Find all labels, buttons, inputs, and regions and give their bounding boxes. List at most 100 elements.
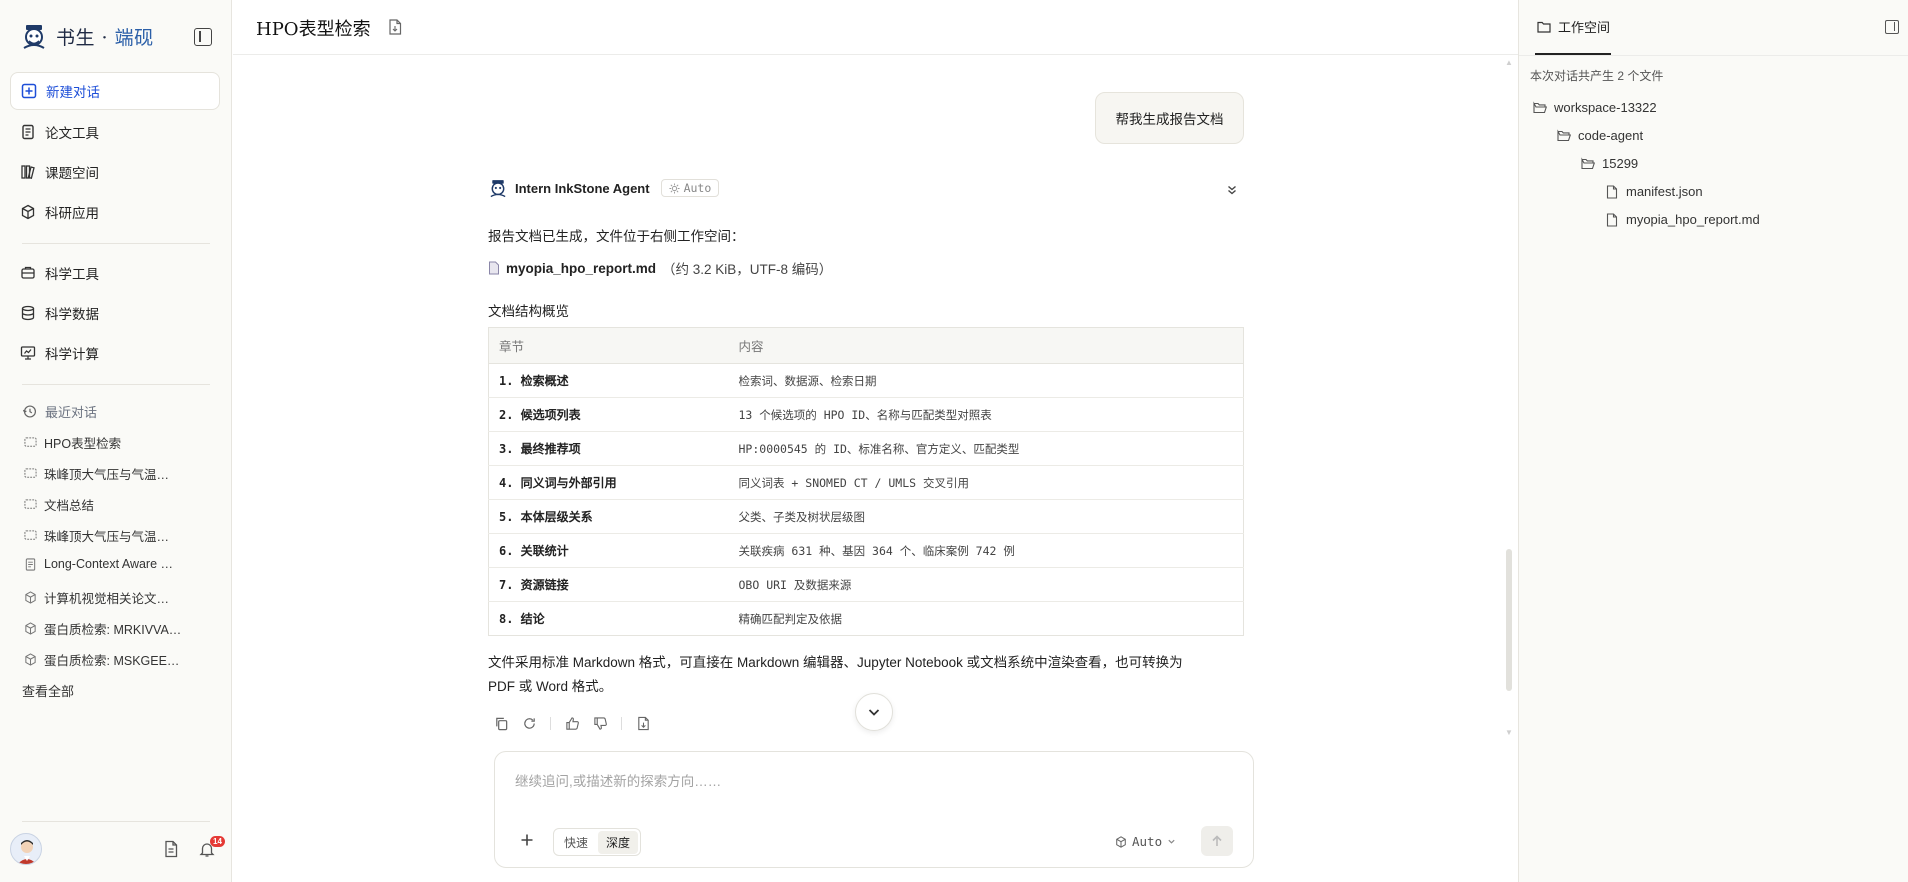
sidebar-item-science-compute[interactable]: 科学计算 bbox=[10, 334, 220, 372]
thumbs-down-icon bbox=[593, 716, 607, 730]
document-icon bbox=[25, 557, 36, 571]
workspace-header-divider bbox=[1519, 55, 1908, 56]
file-icon[interactable] bbox=[162, 840, 180, 858]
recent-chat-item[interactable]: 计算机视觉相关论文… bbox=[24, 588, 184, 607]
file-meta: （约 3.2 KiB，UTF-8 编码） bbox=[662, 262, 833, 277]
new-chat-button[interactable]: 新建对话 bbox=[10, 72, 220, 110]
table-cell-section: 1. 检索概述 bbox=[488, 363, 729, 398]
recent-chats-title: 最近对话 bbox=[45, 405, 98, 420]
workspace-summary: 本次对话共产生 2 个文件 bbox=[1530, 69, 1664, 83]
mode-select-label: Auto bbox=[1132, 834, 1163, 849]
recent-chat-item[interactable]: 珠峰顶大气压与气温… bbox=[24, 526, 184, 545]
tab-workspace[interactable]: 工作空间 bbox=[1537, 17, 1610, 36]
chevron-down-icon bbox=[868, 709, 880, 716]
send-button[interactable] bbox=[1201, 826, 1233, 856]
export-doc-icon bbox=[637, 716, 649, 730]
recent-chat-item[interactable]: Long-Context Aware … bbox=[24, 557, 184, 571]
closing-line: 文件采用标准 Markdown 格式，可直接在 Markdown 编辑器、Jup… bbox=[488, 655, 1183, 670]
sidebar-item-research-apps[interactable]: 科研应用 bbox=[10, 193, 220, 231]
add-attachment-icon[interactable] bbox=[519, 832, 535, 848]
new-chat-label: 新建对话 bbox=[46, 85, 100, 100]
sidebar-collapse-icon[interactable] bbox=[194, 28, 212, 46]
tree-file-manifest[interactable]: manifest.json bbox=[1605, 184, 1703, 199]
recent-chat-label: 蛋白质检索: MRKIVVA… bbox=[44, 623, 182, 637]
folder-open-icon bbox=[1533, 100, 1547, 113]
avatar[interactable] bbox=[10, 833, 42, 865]
folder-icon bbox=[1537, 21, 1551, 33]
document-icon bbox=[20, 124, 36, 140]
sidebar: 书生 · 端砚 新建对话 论文工具 课题空间 科研应用 科学工具 科学数据 科学… bbox=[0, 0, 232, 882]
tree-node-label: code-agent bbox=[1578, 128, 1644, 143]
notification-badge: 14 bbox=[210, 836, 225, 847]
scroll-down-arrow-icon[interactable]: ▼ bbox=[1504, 728, 1514, 737]
database-icon bbox=[20, 305, 36, 321]
recent-chat-label: 计算机视觉相关论文… bbox=[44, 592, 170, 606]
thumbs-down-button[interactable] bbox=[591, 714, 609, 732]
export-button[interactable] bbox=[634, 714, 652, 732]
tree-node-label: workspace-13322 bbox=[1554, 100, 1657, 115]
tree-folder-15299[interactable]: 15299 bbox=[1581, 156, 1638, 171]
recent-chat-item[interactable]: 蛋白质检索: MRKIVVA… bbox=[24, 619, 184, 638]
page-title: HPO表型检索 bbox=[256, 19, 371, 40]
tree-node-label: manifest.json bbox=[1626, 184, 1703, 199]
cube-icon bbox=[25, 622, 36, 635]
table-cell-content: 父类、子类及树状层级图 bbox=[728, 499, 1244, 534]
agent-name: Intern InkStone Agent bbox=[515, 180, 650, 196]
tree-file-report[interactable]: myopia_hpo_report.md bbox=[1605, 212, 1760, 227]
speed-fast-option[interactable]: 快速 bbox=[556, 831, 596, 854]
copy-button[interactable] bbox=[492, 714, 510, 732]
thumbs-up-button[interactable] bbox=[563, 714, 581, 732]
chat-scrollbar-thumb[interactable] bbox=[1506, 549, 1512, 691]
avatar-image-icon bbox=[17, 840, 37, 864]
sidebar-item-science-tools[interactable]: 科学工具 bbox=[10, 254, 220, 292]
chevrons-down-icon[interactable] bbox=[1225, 183, 1239, 197]
sidebar-item-label: 课题空间 bbox=[45, 166, 99, 181]
view-all-link[interactable]: 查看全部 bbox=[22, 681, 74, 700]
plus-square-icon bbox=[21, 83, 37, 99]
table-header-section: 章节 bbox=[488, 327, 729, 364]
library-icon bbox=[20, 164, 36, 180]
thumbs-up-icon bbox=[565, 716, 579, 730]
monitor-icon bbox=[20, 345, 36, 361]
recent-chat-label: 珠峰顶大气压与气温… bbox=[44, 530, 170, 544]
message-input[interactable] bbox=[515, 770, 1215, 800]
table-cell-section: 3. 最终推荐项 bbox=[488, 431, 729, 466]
agent-mode-label: Auto bbox=[683, 181, 712, 195]
generated-file-link[interactable]: myopia_hpo_report.md （约 3.2 KiB，UTF-8 编码… bbox=[488, 258, 832, 278]
sidebar-divider bbox=[22, 243, 210, 244]
speed-deep-option[interactable]: 深度 bbox=[598, 830, 639, 854]
table-row: 5. 本体层级关系 父类、子类及树状层级图 bbox=[488, 499, 1244, 534]
recent-chat-item[interactable]: 文档总结 bbox=[24, 495, 184, 514]
recent-chat-item[interactable]: 珠峰顶大气压与气温… bbox=[24, 464, 184, 483]
brand-name: 书生 · 端砚 bbox=[56, 26, 154, 49]
tree-node-label: myopia_hpo_report.md bbox=[1626, 212, 1760, 227]
table-row: 4. 同义词与外部引用 同义词表 + SNOMED CT / UMLS 交叉引用 bbox=[488, 465, 1244, 500]
recent-chat-item[interactable]: 蛋白质检索: MSKGEE… bbox=[24, 650, 184, 669]
table-header-content: 内容 bbox=[728, 327, 1244, 364]
folder-open-icon bbox=[1557, 128, 1571, 141]
scroll-up-arrow-icon[interactable]: ▲ bbox=[1504, 58, 1514, 67]
sidebar-item-label: 科学计算 bbox=[45, 347, 99, 362]
agent-closing-text: 文件采用标准 Markdown 格式，可直接在 Markdown 编辑器、Jup… bbox=[488, 651, 1248, 699]
message-composer: 快速 深度 Auto bbox=[494, 751, 1254, 868]
workspace-panel: 工作空间 本次对话共产生 2 个文件 workspace-13322 code-… bbox=[1518, 0, 1908, 882]
table-cell-content: 同义词表 + SNOMED CT / UMLS 交叉引用 bbox=[728, 465, 1244, 500]
file-icon bbox=[489, 261, 499, 275]
table-row: 2. 候选项列表 13 个候选项的 HPO ID、名称与匹配类型对照表 bbox=[488, 397, 1244, 432]
user-message-text: 帮我生成报告文档 bbox=[1115, 112, 1224, 127]
regenerate-button[interactable] bbox=[520, 714, 538, 732]
export-doc-icon[interactable] bbox=[388, 19, 402, 35]
tree-folder-code-agent[interactable]: code-agent bbox=[1557, 128, 1643, 143]
tree-folder-workspace[interactable]: workspace-13322 bbox=[1533, 100, 1657, 115]
recent-chat-item[interactable]: HPO表型检索 bbox=[24, 433, 184, 452]
agent-logo-icon bbox=[490, 180, 506, 198]
sidebar-divider bbox=[22, 384, 210, 385]
panel-toggle-icon[interactable] bbox=[1885, 20, 1899, 34]
scroll-to-bottom-button[interactable] bbox=[855, 693, 893, 731]
mode-select[interactable]: Auto bbox=[1115, 834, 1176, 849]
sidebar-item-science-data[interactable]: 科学数据 bbox=[10, 294, 220, 332]
table-cell-content: OBO URI 及数据来源 bbox=[728, 567, 1244, 602]
sidebar-item-topic-space[interactable]: 课题空间 bbox=[10, 153, 220, 191]
sidebar-item-paper-tools[interactable]: 论文工具 bbox=[10, 113, 220, 151]
brand[interactable]: 书生 · 端砚 bbox=[20, 22, 154, 50]
